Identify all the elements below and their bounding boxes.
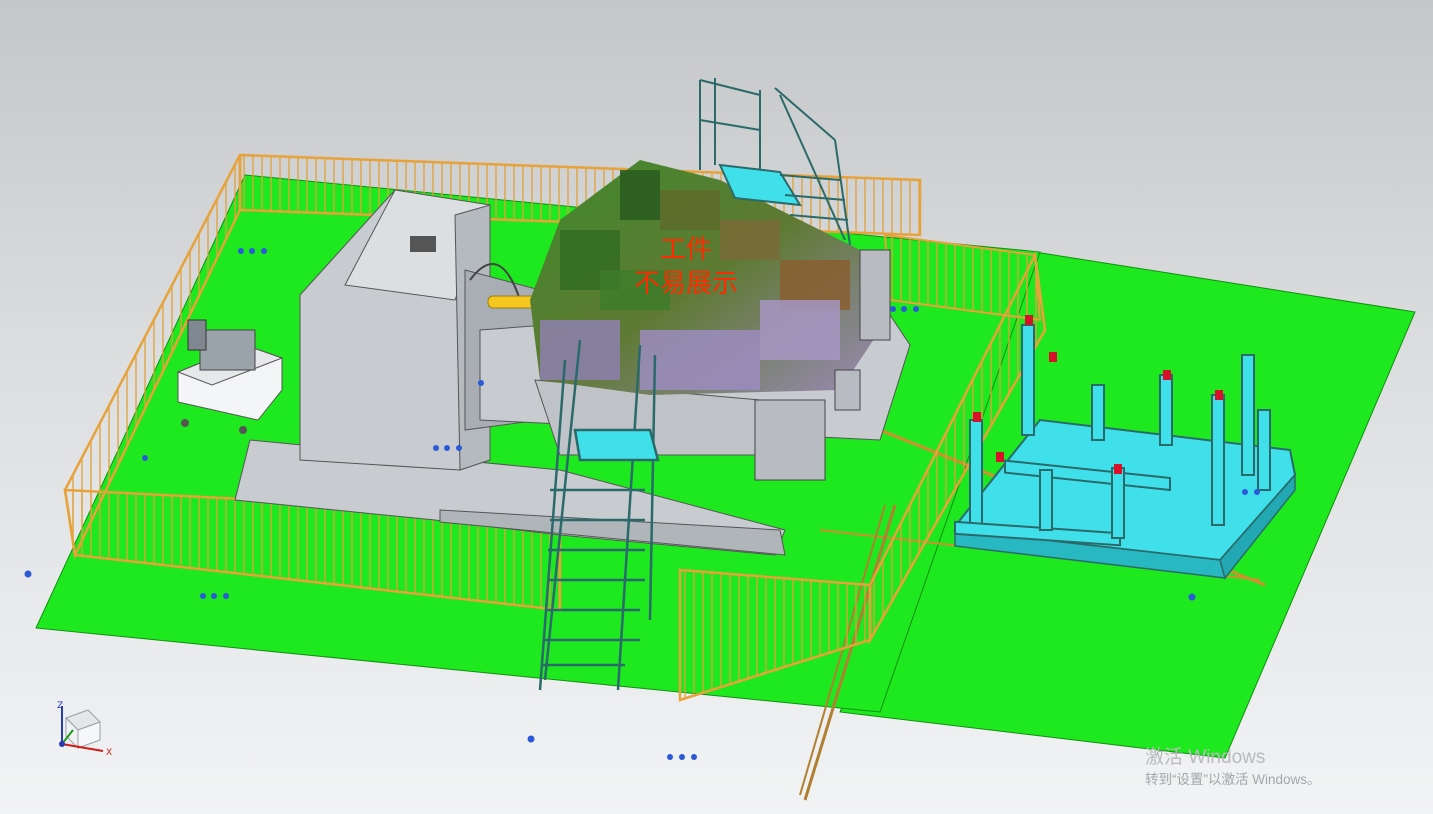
- annotation-line-2: 不易展示: [634, 269, 739, 299]
- activation-watermark-subtitle: 转到“设置”以激活 Windows。: [1145, 772, 1321, 787]
- cad-viewport[interactable]: 工件 不易展示 Z X 激活 Windows 转到“设置”以激活 Windows…: [0, 0, 1433, 814]
- 3d-workcell-model[interactable]: [0, 0, 1433, 814]
- triad-z-label: Z: [57, 701, 63, 711]
- triad-x-label: X: [106, 748, 112, 758]
- activation-watermark-title: 激活 Windows: [1145, 747, 1266, 768]
- annotation-line-1: 工件: [660, 235, 713, 265]
- view-triad[interactable]: Z X: [48, 700, 118, 760]
